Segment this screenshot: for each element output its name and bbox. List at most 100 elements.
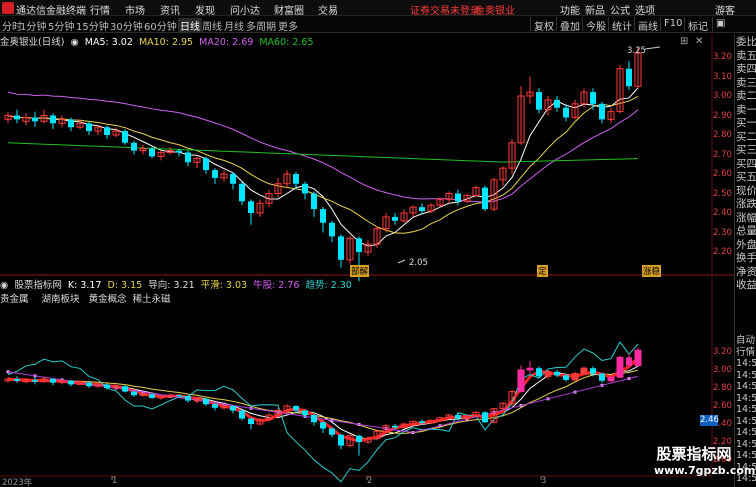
quote-row-label[interactable]: 现价 <box>736 185 756 198</box>
indicator-d: D: 3.15 <box>107 280 143 291</box>
candle-body-down <box>122 131 128 143</box>
candle-body-down <box>302 183 308 194</box>
y-tick-label: 2.90 <box>713 110 732 121</box>
quote-row-label[interactable]: 买四 <box>736 158 756 171</box>
event-tag-fixed[interactable]: 定 <box>537 265 548 277</box>
quote-row-label[interactable]: 买二 <box>736 131 756 144</box>
y-tick-label: 3.20 <box>713 52 732 62</box>
y-tick-label: 3.00 <box>713 91 732 101</box>
candle-body-down <box>239 183 245 202</box>
sector-label[interactable]: 贵金属 <box>0 294 29 305</box>
indicator-k: K: 3.17 <box>67 280 102 291</box>
candle-body-down <box>185 152 191 163</box>
x-label-month: 1 <box>112 476 118 486</box>
quote-row-label[interactable]: 买一 <box>736 117 756 130</box>
indicator-pf: 平滑: 3.03 <box>200 280 248 291</box>
indicator-bar-down <box>203 398 209 405</box>
chart-close-icon[interactable]: ✕ <box>695 36 703 47</box>
y-tick-label: 3.20 <box>713 347 732 357</box>
quote-row-label[interactable]: 换手 <box>736 252 756 265</box>
indicator-bar-down <box>248 418 254 424</box>
indicator-bar-up <box>580 367 588 375</box>
y-tick-label: 2.30 <box>713 227 732 238</box>
ma20-line <box>7 91 639 203</box>
indicator-name[interactable]: 股票指标网 <box>14 280 62 291</box>
event-tag-stable[interactable]: 涨稳 <box>642 265 662 277</box>
kline-chart[interactable] <box>0 0 734 487</box>
candle-body-down <box>149 148 155 157</box>
indicator-bar-down <box>419 421 425 424</box>
quote-row-label[interactable]: 涨跌 <box>736 198 756 211</box>
indicator-bar-up <box>517 369 525 393</box>
y-tick-label: 2.60 <box>713 401 732 411</box>
indicator-bar-down <box>149 394 155 398</box>
indicator-bar-down <box>626 357 632 366</box>
indicator-bar-down <box>185 396 191 401</box>
indicator-bar-up <box>139 393 147 396</box>
y-tick-label: 2.80 <box>713 383 732 393</box>
quote-row-label[interactable]: 总量 <box>736 225 756 238</box>
indicator-bar-down <box>230 406 236 411</box>
candle-body-down <box>536 92 542 110</box>
y-tick-label: 2.40 <box>713 208 732 218</box>
indicator-bar-down <box>329 428 335 435</box>
high-price-label: 3.25 <box>627 46 646 56</box>
quote-row-label[interactable]: 卖二 <box>736 90 756 103</box>
quote-row-label[interactable]: 外盘 <box>736 239 756 252</box>
indicator-bar-down <box>563 375 569 380</box>
watermark-title: 股票指标网 <box>656 445 732 463</box>
indicator-bar-down <box>590 368 596 374</box>
indicator-bar-up <box>544 371 552 377</box>
quote-row-label[interactable]: 收益 <box>736 279 756 292</box>
quote-row-label[interactable]: 净资 <box>736 266 756 279</box>
candle-body-down <box>311 193 317 210</box>
candle-body-down <box>32 117 38 122</box>
sector-label[interactable]: 湖南板块 <box>42 294 80 305</box>
candle-body-down <box>131 142 137 151</box>
candle-body-down <box>338 236 344 260</box>
quote-row-label[interactable]: 涨幅 <box>736 212 756 225</box>
candle-body-down <box>203 158 209 171</box>
indicator-bar-up <box>616 356 624 378</box>
quote-row-label[interactable]: 卖四 <box>736 63 756 76</box>
quote-row-label[interactable]: 卖三 <box>736 77 756 90</box>
quote-row-label[interactable]: 卖五 <box>736 50 756 63</box>
candle-body-down <box>320 209 326 223</box>
candle-body-down <box>293 174 299 184</box>
indicator-bar-down <box>311 415 317 423</box>
quote-row-label[interactable]: 卖一 <box>736 104 756 117</box>
indicator-bar-down <box>482 412 488 423</box>
indicator-bar-down <box>104 384 110 388</box>
indicator-menu-icon[interactable]: ◉ <box>0 280 8 291</box>
candle-body-down <box>230 174 236 184</box>
watermark-url: www.7gpzb.com <box>654 464 756 477</box>
candle-body-down <box>212 170 218 178</box>
candle-body-down <box>329 222 335 237</box>
quote-row-label[interactable]: 买三 <box>736 144 756 157</box>
chart-expand-icon[interactable]: ⊞ <box>680 36 688 47</box>
indicator-bar-down <box>338 434 344 446</box>
candle-body-down <box>50 115 56 124</box>
x-label-month: 3 <box>541 476 547 486</box>
time-axis: 2023年 1 2 3 <box>0 476 712 487</box>
indicator-bar-down <box>554 371 560 376</box>
indicator-bar-down <box>86 382 92 387</box>
sector-label[interactable]: 稀土永磁 <box>133 294 171 305</box>
candle-body-down <box>554 99 560 108</box>
candle-body-down <box>104 127 110 135</box>
quote-side-panel: 委比 卖五 卖四 卖三 卖二 卖一 买一 买二 买三 买四 买五 现价 涨跌 涨幅 总量 外盘 换手 净资 收益 自动… <box>734 34 756 487</box>
sector-labels: 贵金属 湖南板块 黄金概念 稀土永磁 <box>0 291 171 305</box>
low-price-label: 2.05 <box>409 258 428 268</box>
indicator-bar-down <box>14 379 20 381</box>
candle-body-down <box>68 119 74 128</box>
indicator-bar-down <box>32 379 38 382</box>
sector-label[interactable]: 黄金概念 <box>89 294 127 305</box>
quote-row-label[interactable]: 委比 <box>736 36 756 49</box>
indicator-bar-up <box>634 349 642 367</box>
event-tag-unlock[interactable]: 部解 <box>350 265 370 277</box>
quote-row-label[interactable]: 买五 <box>736 171 756 184</box>
candle-body-down <box>392 216 398 221</box>
indicator-bar-down <box>293 406 299 411</box>
indicator-bar-down <box>599 373 605 381</box>
candle-body-down <box>14 115 20 120</box>
